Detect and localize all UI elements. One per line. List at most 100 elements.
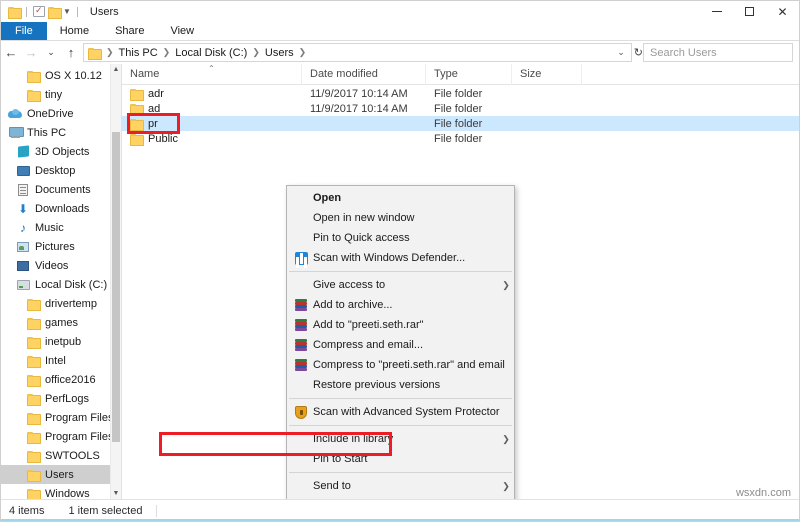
- breadcrumb-users[interactable]: Users: [263, 47, 296, 59]
- downloads-icon: ⬇: [17, 201, 29, 216]
- tab-file[interactable]: File: [1, 22, 47, 40]
- forward-arrow-icon[interactable]: →: [21, 46, 41, 59]
- recent-locations-caret-icon[interactable]: ⌄: [41, 48, 61, 57]
- breadcrumb[interactable]: ❯ This PC ❯ Local Disk (C:) ❯ Users ❯ ⌄: [83, 43, 632, 62]
- table-row[interactable]: ad 11/9/2017 10:14 AM File folder: [122, 101, 799, 116]
- sidebar-item-swtools[interactable]: SWTOOLS: [1, 446, 121, 465]
- sidebar-item-label: This PC: [27, 126, 67, 139]
- folder-icon: [130, 133, 144, 146]
- sidebar-item-label: drivertemp: [45, 297, 97, 310]
- sidebar-item-intel[interactable]: Intel: [1, 351, 121, 370]
- table-row[interactable]: pr File folder: [122, 116, 799, 131]
- address-bar-tail: ⌄: [617, 47, 629, 58]
- sidebar-item-documents[interactable]: Documents: [1, 180, 121, 199]
- menu-item-include-in-library[interactable]: Include in library ❯: [287, 429, 514, 449]
- folder-icon: [25, 393, 41, 406]
- sidebar-item-drivertemp[interactable]: drivertemp: [1, 294, 121, 313]
- close-icon: ✕: [777, 4, 788, 19]
- sidebar-item-label: SWTOOLS: [45, 449, 100, 462]
- submenu-chevron-right-icon: ❯: [502, 480, 510, 491]
- table-row[interactable]: adr 11/9/2017 10:14 AM File folder: [122, 86, 799, 101]
- sidebar-item-program-files[interactable]: Program Files: [1, 408, 121, 427]
- menu-item-open[interactable]: Open: [287, 188, 514, 208]
- menu-item-label: Scan with Advanced System Protector: [313, 406, 500, 418]
- customize-caret-icon[interactable]: ▼: [63, 7, 71, 16]
- sidebar-item-label: inetpub: [45, 335, 82, 348]
- menu-item-scan-with-windows-defender[interactable]: Scan with Windows Defender...: [287, 248, 514, 268]
- sidebar-item-label: PerfLogs: [45, 392, 90, 405]
- sidebar-item-perflogs[interactable]: PerfLogs: [1, 389, 121, 408]
- menu-item-restore-previous-versions[interactable]: Restore previous versions: [287, 375, 514, 395]
- properties-icon[interactable]: [33, 4, 45, 17]
- up-arrow-icon[interactable]: ↑: [61, 46, 81, 59]
- menu-item-label: Restore previous versions: [313, 379, 441, 391]
- sidebar-item-users[interactable]: Users: [1, 465, 121, 484]
- menu-separator: [289, 271, 512, 272]
- sidebar-item-videos[interactable]: Videos: [1, 256, 121, 275]
- new-folder-icon[interactable]: [48, 6, 62, 19]
- column-header-size[interactable]: Size: [512, 64, 582, 85]
- tab-view[interactable]: View: [157, 22, 207, 40]
- sidebar-item-tiny[interactable]: tiny: [1, 85, 121, 104]
- close-button[interactable]: ✕: [766, 1, 799, 22]
- menu-item-add-to-archive[interactable]: Add to archive...: [287, 295, 514, 315]
- column-header-name[interactable]: Name ⌃: [122, 64, 302, 85]
- scrollbar-thumb[interactable]: [112, 132, 120, 442]
- cell-name: pr: [122, 118, 302, 131]
- breadcrumb-local-disk[interactable]: Local Disk (C:): [173, 47, 249, 59]
- sidebar-item-label: games: [45, 316, 79, 329]
- sidebar-item-program-files[interactable]: Program Files (: [1, 427, 121, 446]
- minimize-button[interactable]: [700, 1, 733, 22]
- column-header-type[interactable]: Type: [426, 64, 512, 85]
- menu-item-give-access-to[interactable]: Give access to ❯: [287, 275, 514, 295]
- sidebar-item-downloads[interactable]: ⬇ Downloads: [1, 199, 121, 218]
- navigation-pane: OS X 10.12 tiny OneDrive This PC 3D Objects D…: [1, 64, 122, 499]
- menu-item-pin-to-start[interactable]: Pin to Start: [287, 449, 514, 469]
- sidebar-item-music[interactable]: ♪ Music: [1, 218, 121, 237]
- cell-type: File folder: [434, 102, 483, 115]
- menu-item-scan-with-advanced-system-protector[interactable]: Scan with Advanced System Protector: [287, 402, 514, 422]
- breadcrumb-separator: ❯: [162, 47, 171, 57]
- sidebar-item-windows[interactable]: Windows: [1, 484, 121, 499]
- tab-share[interactable]: Share: [102, 22, 157, 40]
- sidebar-item-onedrive[interactable]: OneDrive: [1, 104, 121, 123]
- sidebar-item-label: Music: [35, 221, 64, 234]
- pictures-icon: [15, 241, 31, 252]
- winrar-icon: [289, 319, 313, 331]
- sidebar-item-3d-objects[interactable]: 3D Objects: [1, 142, 121, 161]
- sidebar-item-pictures[interactable]: Pictures: [1, 237, 121, 256]
- menu-item-pin-to-quick-access[interactable]: Pin to Quick access: [287, 228, 514, 248]
- sidebar-scrollbar[interactable]: ▲ ▼: [110, 64, 121, 499]
- column-header-date[interactable]: Date modified: [302, 64, 426, 85]
- sidebar-item-office2016[interactable]: office2016: [1, 370, 121, 389]
- sidebar-item-os-x-10-12[interactable]: OS X 10.12: [1, 66, 121, 85]
- menu-item-send-to[interactable]: Send to ❯: [287, 476, 514, 496]
- table-row[interactable]: Public File folder: [122, 131, 799, 146]
- menu-item-add-to-preeti-seth-rar[interactable]: Add to "preeti.seth.rar": [287, 315, 514, 335]
- sidebar-item-inetpub[interactable]: inetpub: [1, 332, 121, 351]
- search-input[interactable]: Search Users: [643, 43, 793, 62]
- sidebar-item-desktop[interactable]: Desktop: [1, 161, 121, 180]
- sidebar-item-label: Users: [45, 468, 74, 481]
- back-arrow-icon[interactable]: ←: [1, 46, 21, 59]
- folder-icon: [25, 355, 41, 368]
- folder-icon[interactable]: [8, 6, 22, 19]
- status-bar: 4 items 1 item selected: [1, 499, 799, 521]
- maximize-button[interactable]: [733, 1, 766, 22]
- tab-home[interactable]: Home: [47, 22, 102, 40]
- sidebar-item-games[interactable]: games: [1, 313, 121, 332]
- sidebar-item-label: OneDrive: [27, 107, 74, 120]
- sidebar-item-local-disk-c[interactable]: Local Disk (C:): [1, 275, 121, 294]
- sidebar-item-this-pc[interactable]: This PC: [1, 123, 121, 142]
- menu-item-compress-to-preeti-seth-rar-and-email[interactable]: Compress to "preeti.seth.rar" and email: [287, 355, 514, 375]
- scroll-up-arrow[interactable]: ▲: [111, 64, 121, 75]
- menu-item-open-in-new-window[interactable]: Open in new window: [287, 208, 514, 228]
- file-rows: adr 11/9/2017 10:14 AM File folder ad 11/9/2…: [122, 85, 799, 146]
- breadcrumb-this-pc[interactable]: This PC: [117, 47, 160, 59]
- refresh-icon[interactable]: ↻: [634, 46, 643, 59]
- menu-item-label: Include in library: [313, 433, 394, 445]
- scroll-down-arrow[interactable]: ▼: [111, 488, 121, 499]
- address-dropdown-caret[interactable]: ⌄: [617, 47, 625, 58]
- 3d-objects-icon: [15, 145, 31, 158]
- menu-item-compress-and-email[interactable]: Compress and email...: [287, 335, 514, 355]
